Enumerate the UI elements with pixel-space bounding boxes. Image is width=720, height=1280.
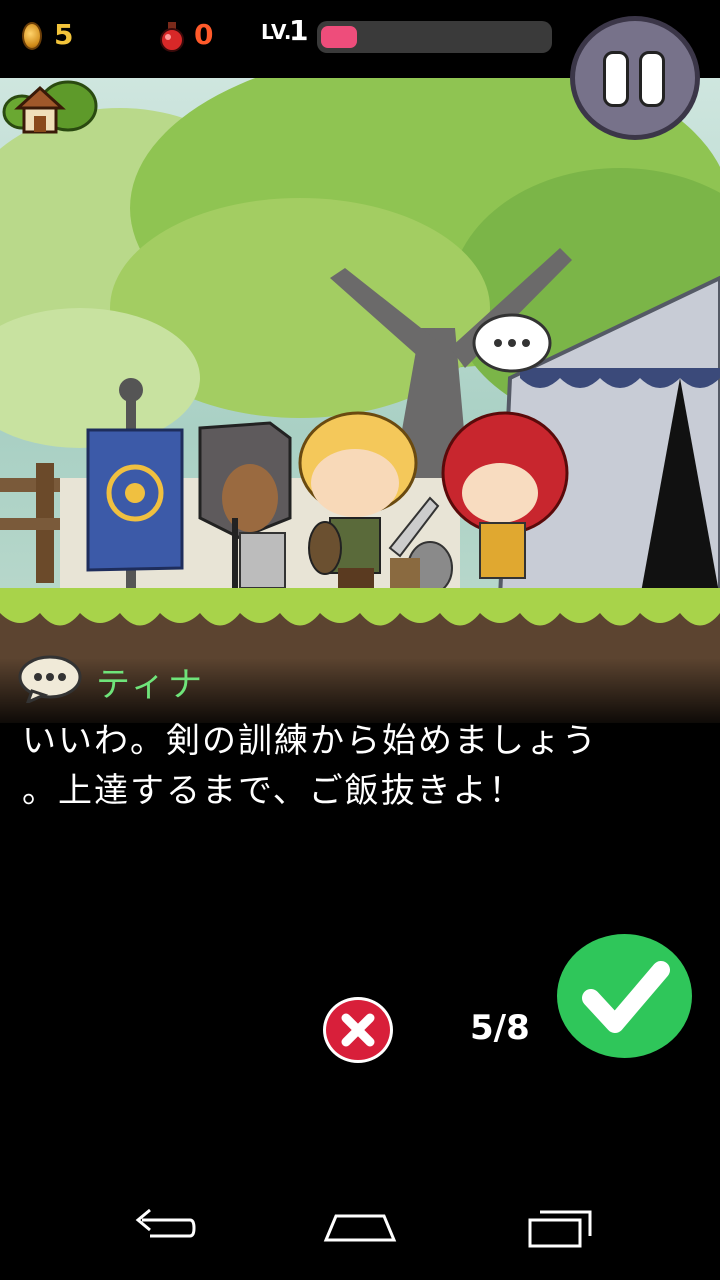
pause-icon	[603, 51, 629, 107]
home-nav-icon[interactable]	[320, 1198, 400, 1248]
dialogue-text[interactable]: いいわ。剣の訓練から始めましょう 。上達するまで、ご飯抜きよ！	[22, 716, 702, 816]
back-icon[interactable]	[120, 1198, 200, 1248]
pause-icon	[639, 51, 665, 107]
dialogue-line: 。上達するまで、ご飯抜きよ！	[22, 771, 525, 811]
speaker-row: ティナ	[18, 653, 418, 705]
close-button[interactable]	[323, 997, 393, 1063]
level-number: 1	[289, 14, 309, 47]
system-nav-bar	[0, 1180, 720, 1280]
speech-bubble-icon	[18, 655, 82, 703]
recents-icon[interactable]	[522, 1198, 602, 1248]
page-counter: 5/8	[470, 1008, 530, 1048]
confirm-button[interactable]	[557, 934, 692, 1058]
close-icon	[341, 1013, 375, 1047]
check-icon	[582, 961, 670, 1033]
coin-icon	[22, 22, 42, 50]
potion-icon	[160, 22, 184, 52]
xp-bar	[317, 21, 552, 53]
xp-bar-fill	[321, 26, 357, 48]
speaker-name: ティナ	[96, 665, 205, 705]
game-scene	[0, 78, 720, 723]
coin-count: 5	[54, 18, 74, 51]
level-label: LV.	[261, 20, 292, 44]
pause-button[interactable]	[570, 16, 700, 140]
potion-count: 0	[194, 18, 214, 51]
home-icon[interactable]	[0, 78, 100, 134]
scene-artwork	[0, 78, 720, 723]
dialogue-line: いいわ。剣の訓練から始めましょう	[22, 721, 598, 761]
